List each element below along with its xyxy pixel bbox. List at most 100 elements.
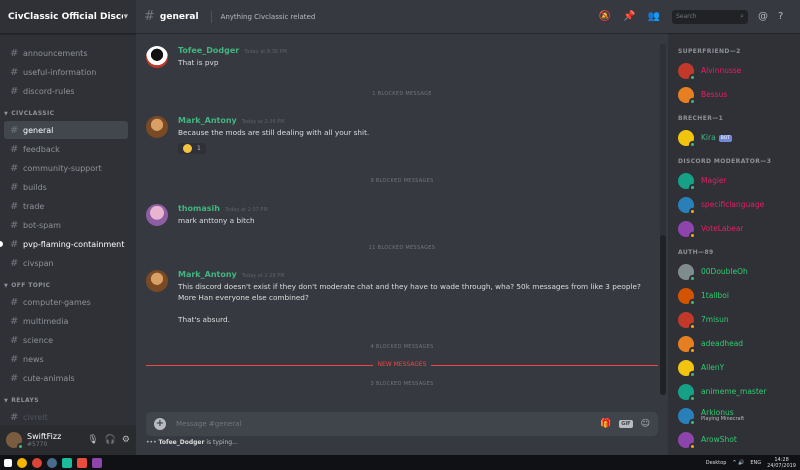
- browser-icon[interactable]: [17, 457, 27, 468]
- member-item[interactable]: 00DoubleOh: [668, 260, 800, 284]
- channel-science[interactable]: # science: [4, 331, 128, 349]
- mail-icon[interactable]: [77, 457, 87, 468]
- media-icon[interactable]: [62, 457, 72, 468]
- app-icon[interactable]: [92, 457, 102, 468]
- member-info: Arkionus Playing Minecraft: [701, 409, 744, 423]
- headphones-icon[interactable]: 🎧: [105, 435, 116, 445]
- member-info: ArowShot: [701, 435, 737, 444]
- search-box[interactable]: ⌕: [672, 9, 748, 24]
- message-line: That's absurd.: [178, 315, 230, 324]
- category-off-topic[interactable]: ▼ OFF TOPIC: [4, 282, 136, 289]
- member-item[interactable]: VoteLabear: [668, 217, 800, 241]
- member-item[interactable]: Kira BOT: [668, 126, 800, 150]
- member-item[interactable]: adeadhead: [668, 332, 800, 356]
- emoji-icon[interactable]: ☺: [641, 419, 650, 429]
- member-list-panel: ⌕ @ ? SUPERFRIEND—2 Alvinnusse Bessus BRECH…: [668, 0, 800, 455]
- channel-civspan[interactable]: # civspan: [4, 254, 128, 272]
- channel-topic: Anything Civclassic related: [220, 12, 316, 21]
- member-item[interactable]: Bessus: [668, 83, 800, 107]
- blocked-messages[interactable]: 3 BLOCKED MESSAGES: [136, 381, 668, 387]
- server-header[interactable]: CivClassic Official Discord ▾: [0, 0, 136, 34]
- mention-icon[interactable]: @: [758, 11, 768, 22]
- member-group-header: DISCORD MODERATOR—3: [678, 158, 772, 165]
- upload-plus-icon[interactable]: +: [154, 418, 166, 430]
- channel-discord-rules[interactable]: # discord-rules: [4, 82, 128, 100]
- gift-icon[interactable]: 🎁: [600, 419, 611, 429]
- desktop-label[interactable]: Desktop: [706, 460, 727, 466]
- avatar[interactable]: [146, 116, 168, 138]
- reaction[interactable]: 1: [178, 143, 206, 154]
- message: Mark_Antony Today at 2:36 PM Because the…: [136, 116, 668, 157]
- pin-icon[interactable]: 📌: [623, 11, 635, 22]
- muted-bell-icon[interactable]: 🔕: [599, 11, 611, 22]
- hashtag-icon: #: [10, 66, 19, 78]
- member-item[interactable]: animeme_master: [668, 380, 800, 404]
- channel-community-support[interactable]: # community-support: [4, 159, 128, 177]
- steam-icon[interactable]: [47, 457, 57, 468]
- channel-builds[interactable]: # builds: [4, 178, 128, 196]
- idle-status-icon: [689, 347, 696, 354]
- gif-icon[interactable]: GIF: [619, 420, 633, 428]
- avatar[interactable]: [6, 432, 24, 450]
- message-list: Tofee_Dodger Today at 8:36 PM That is pv…: [136, 34, 668, 455]
- channel-trade[interactable]: # trade: [4, 197, 128, 215]
- channel-pvp-flaming-containment[interactable]: # pvp-flaming-containment: [0, 235, 128, 253]
- channel-cute-animals[interactable]: # cute-animals: [4, 369, 128, 387]
- blocked-messages[interactable]: 1 BLOCKED MESSAGE: [136, 91, 668, 97]
- idle-status-icon: [689, 208, 696, 215]
- member-group-header: SUPERFRIEND—2: [678, 48, 741, 55]
- member-item[interactable]: 1tallboi: [668, 284, 800, 308]
- member-name: VoteLabear: [701, 223, 744, 233]
- clock[interactable]: 14:28 24/07/2019: [767, 457, 796, 469]
- channel-civrelt[interactable]: # civrelt: [4, 408, 128, 425]
- channel-computer-games[interactable]: # computer-games: [4, 293, 128, 311]
- blocked-messages[interactable]: 4 BLOCKED MESSAGES: [136, 344, 668, 350]
- category-label: RELAYS: [11, 397, 39, 404]
- message-author[interactable]: Tofee_Dodger: [178, 46, 239, 55]
- message-author[interactable]: Mark_Antony: [178, 116, 237, 125]
- channel-feedback[interactable]: # feedback: [4, 140, 128, 158]
- member-item[interactable]: ArowShot: [668, 428, 800, 452]
- category-relays[interactable]: ▼ RELAYS: [4, 397, 136, 404]
- blocked-messages[interactable]: 9 BLOCKED MESSAGES: [136, 178, 668, 184]
- member-item[interactable]: Arkionus Playing Minecraft: [668, 404, 800, 428]
- search-input[interactable]: [676, 13, 741, 20]
- channel-announcements[interactable]: # announcements: [4, 44, 128, 62]
- member-group-header: AUTH—89: [678, 249, 714, 256]
- member-item[interactable]: Magier: [668, 169, 800, 193]
- tray-icons[interactable]: ^ 🔊: [732, 460, 744, 466]
- message-author[interactable]: thomasih: [178, 204, 220, 213]
- channel-useful-information[interactable]: # useful-information: [4, 63, 128, 81]
- blocked-messages[interactable]: 11 BLOCKED MESSAGES: [136, 245, 668, 251]
- avatar: [678, 312, 696, 330]
- user-info[interactable]: SwiftFizz #5770: [27, 432, 81, 448]
- channel-general[interactable]: # general: [4, 121, 128, 139]
- windows-start-icon[interactable]: [4, 458, 12, 467]
- online-status-icon: [689, 395, 696, 402]
- new-messages-text: NEW MESSAGES: [373, 361, 431, 368]
- hashtag-icon: #: [10, 411, 19, 423]
- message-input[interactable]: [176, 420, 592, 428]
- member-item[interactable]: 7misun: [668, 308, 800, 332]
- message-author[interactable]: Mark_Antony: [178, 270, 237, 279]
- avatar: [678, 87, 696, 105]
- category-civclassic[interactable]: ▼ CIVCLASSIC: [4, 110, 136, 117]
- member-item[interactable]: AllenY: [668, 356, 800, 380]
- gear-icon[interactable]: ⚙: [122, 435, 130, 445]
- help-icon[interactable]: ?: [778, 11, 783, 22]
- language-indicator[interactable]: ENG: [750, 460, 761, 466]
- avatar[interactable]: [146, 204, 168, 226]
- member-info: AllenY: [701, 363, 724, 372]
- chrome-icon[interactable]: [32, 457, 42, 468]
- avatar[interactable]: [146, 270, 168, 292]
- member-item[interactable]: specificlanguage: [668, 193, 800, 217]
- channel-multimedia[interactable]: # multimedia: [4, 312, 128, 330]
- channel-bot-spam[interactable]: # bot-spam: [4, 216, 128, 234]
- channel-label: builds: [23, 182, 47, 192]
- scrollbar-thumb[interactable]: [660, 235, 666, 395]
- avatar[interactable]: [146, 46, 168, 68]
- member-item[interactable]: Alvinnusse: [668, 59, 800, 83]
- member-list-icon[interactable]: 👥: [648, 11, 660, 22]
- channel-news[interactable]: # news: [4, 350, 128, 368]
- microphone-icon[interactable]: 🎙: [87, 435, 98, 445]
